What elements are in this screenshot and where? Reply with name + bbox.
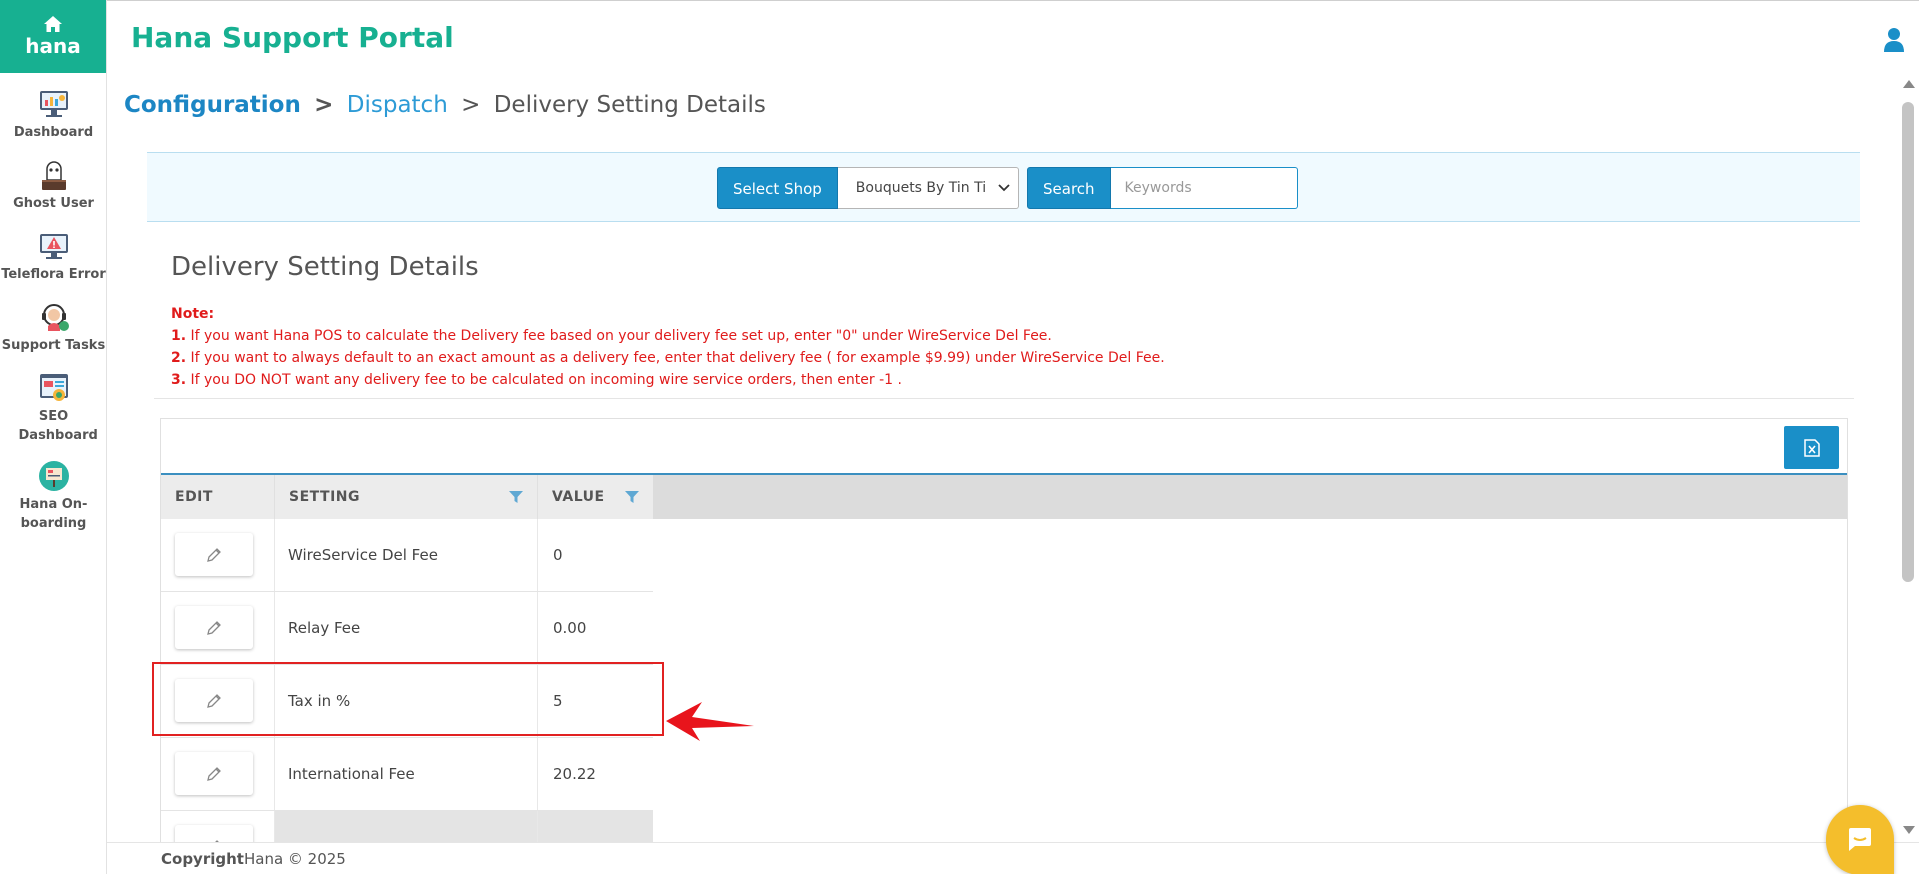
sidebar-item-label: Hana On-boarding — [19, 497, 88, 531]
grid-toolbar — [161, 419, 1847, 475]
dashboard-icon — [39, 91, 68, 117]
setting-cell — [275, 811, 538, 842]
brand-home-link[interactable]: hana — [0, 0, 106, 73]
chevron-down-icon — [995, 168, 1012, 208]
table-row — [161, 811, 653, 842]
user-icon[interactable] — [1883, 27, 1905, 53]
shop-select-value: Bouquets By Tin Ti — [855, 180, 987, 196]
note-line: 1. If you want Hana POS to calculate the… — [171, 328, 1052, 344]
column-header-setting[interactable]: SETTING — [275, 475, 538, 519]
app: hana Dashboard Ghost User Teleflora Erro… — [0, 0, 1919, 874]
breadcrumb-configuration[interactable]: Configuration — [124, 92, 301, 118]
grid-header: EDIT SETTING VALUE — [161, 475, 1847, 519]
sidebar-item-teleflora-error[interactable]: Teleflora Error — [0, 229, 107, 284]
pencil-icon — [207, 620, 221, 635]
breadcrumb-dispatch[interactable]: Dispatch — [347, 92, 448, 118]
sidebar-item-hana-onboarding[interactable]: Hana On-boarding — [0, 459, 107, 533]
scroll-up-arrow-icon[interactable] — [1903, 80, 1915, 88]
pencil-icon — [207, 547, 221, 562]
table-row: WireService Del Fee 0 — [161, 519, 653, 592]
highlight-box — [152, 662, 664, 736]
edit-button[interactable] — [175, 606, 253, 649]
sidebar-item-label: SEO Dashboard — [18, 409, 98, 443]
hana-onboarding-icon — [38, 461, 69, 491]
value-cell: 0 — [553, 546, 563, 564]
settings-grid: EDIT SETTING VALUE WireService Del Fee 0 — [160, 418, 1848, 842]
sidebar-item-label: Dashboard — [13, 125, 94, 140]
search-button[interactable]: Search — [1027, 167, 1111, 209]
setting-cell: WireService Del Fee — [275, 519, 538, 591]
note-line: 2. If you want to always default to an e… — [171, 350, 1165, 366]
sidebar-item-support-tasks[interactable]: Support Tasks — [0, 300, 107, 355]
edit-button[interactable] — [175, 752, 253, 795]
support-tasks-icon — [41, 304, 69, 331]
shop-filter: Select Shop Bouquets By Tin Ti — [717, 167, 1019, 209]
scroll-thumb[interactable] — [1902, 102, 1914, 582]
table-row: Relay Fee 0.00 — [161, 592, 653, 665]
sidebar-item-dashboard[interactable]: Dashboard — [0, 87, 107, 142]
sidebar-item-ghost-user[interactable]: Ghost User — [0, 158, 107, 213]
value-cell — [538, 811, 653, 842]
select-shop-button[interactable]: Select Shop — [717, 167, 838, 209]
breadcrumb-separator: > — [461, 92, 481, 118]
edit-button[interactable] — [175, 533, 253, 576]
ghost-user-icon — [41, 161, 66, 190]
setting-cell: Relay Fee — [275, 592, 538, 664]
setting-cell: International Fee — [275, 738, 538, 810]
seo-dashboard-icon — [39, 374, 68, 401]
search-input[interactable]: Keywords — [1110, 167, 1298, 209]
filter-icon[interactable] — [509, 490, 523, 504]
home-icon — [44, 15, 62, 32]
column-header-value[interactable]: VALUE — [538, 475, 653, 519]
filter-bar: Select Shop Bouquets By Tin Ti Search Ke… — [147, 152, 1860, 222]
copyright-label: Copyright — [161, 850, 244, 868]
scrollbar[interactable] — [1898, 74, 1919, 842]
value-cell: 20.22 — [553, 765, 596, 783]
section-title: Delivery Setting Details — [171, 252, 479, 282]
value-cell: 0.00 — [553, 619, 587, 637]
page-title: Hana Support Portal — [131, 21, 454, 54]
sidebar: hana Dashboard Ghost User Teleflora Erro… — [0, 0, 107, 874]
breadcrumb-separator: > — [314, 92, 334, 118]
copyright-text: Hana © 2025 — [243, 850, 346, 868]
export-excel-button[interactable] — [1784, 426, 1839, 469]
sidebar-item-label: Support Tasks — [1, 338, 106, 353]
pencil-icon — [207, 766, 221, 781]
teleflora-error-icon — [39, 234, 68, 259]
sidebar-item-seo-dashboard[interactable]: SEO Dashboard — [0, 371, 107, 445]
divider — [154, 398, 1854, 399]
search-filter: Search Keywords — [1027, 167, 1298, 209]
note-line: 3. If you DO NOT want any delivery fee t… — [171, 372, 902, 388]
column-header-edit: EDIT — [161, 475, 275, 519]
filter-icon[interactable] — [625, 490, 639, 504]
note-heading: Note: — [171, 306, 215, 322]
chat-icon — [1849, 828, 1871, 851]
sidebar-item-label: Ghost User — [13, 196, 94, 211]
header: Hana Support Portal — [107, 0, 1919, 74]
excel-icon — [1803, 438, 1820, 457]
shop-select[interactable]: Bouquets By Tin Ti — [837, 167, 1019, 209]
breadcrumb-current: Delivery Setting Details — [493, 92, 766, 118]
arrow-annotation-icon — [666, 702, 754, 741]
scroll-down-arrow-icon[interactable] — [1903, 826, 1915, 834]
breadcrumb: Configuration > Dispatch > Delivery Sett… — [124, 92, 766, 118]
table-row: International Fee 20.22 — [161, 738, 653, 811]
chat-widget-button[interactable] — [1826, 805, 1894, 874]
brand-name: hana — [25, 33, 81, 58]
notes: Note: 1. If you want Hana POS to calcula… — [171, 303, 1165, 391]
footer: CopyrightHana © 2025 — [107, 842, 1919, 874]
edit-button[interactable] — [175, 825, 253, 842]
sidebar-item-label: Teleflora Error — [1, 267, 106, 282]
